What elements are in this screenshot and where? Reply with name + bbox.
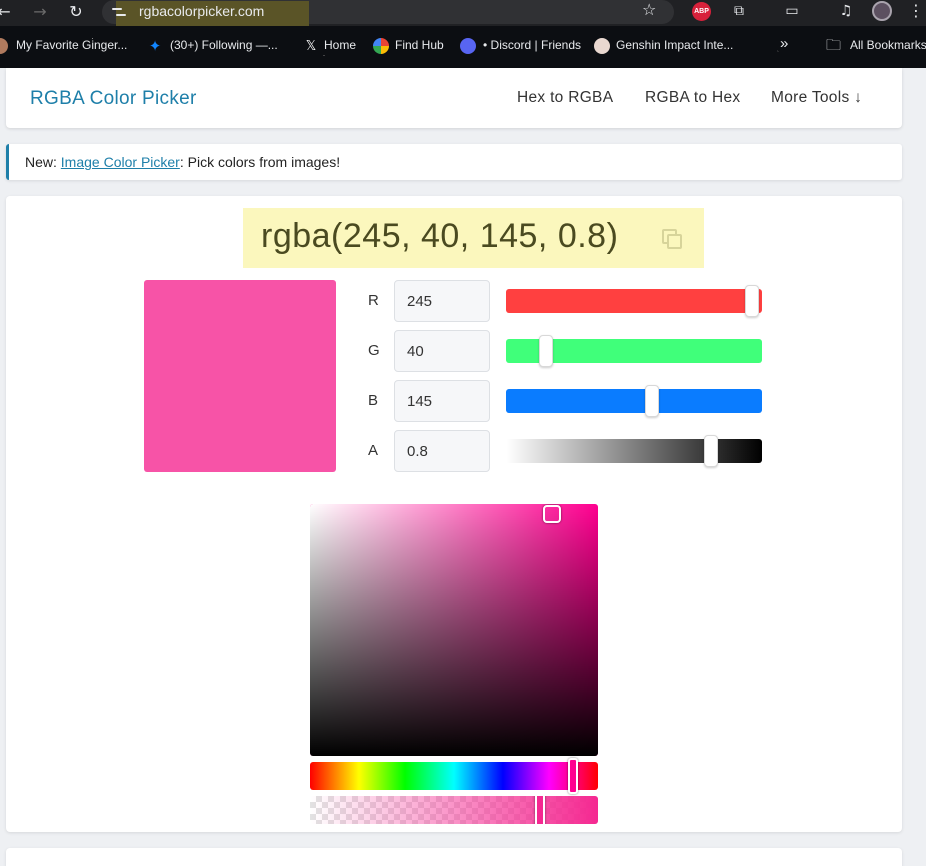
color-code-display: rgba(245, 40, 145, 0.8)	[243, 208, 704, 268]
image-color-picker-link[interactable]: Image Color Picker	[61, 154, 180, 170]
reload-icon[interactable]: ↻	[66, 2, 86, 22]
extensions-puzzle-icon[interactable]: ⧉	[729, 1, 749, 21]
bookmark-item[interactable]: Home	[324, 38, 356, 52]
forward-icon[interactable]: →	[30, 2, 50, 22]
back-icon[interactable]: ←	[0, 2, 14, 22]
green-slider-thumb[interactable]	[539, 335, 554, 367]
next-section-card	[6, 848, 902, 866]
nav-more-tools[interactable]: More Tools ↓	[771, 89, 862, 107]
channel-label-b: B	[368, 392, 379, 409]
url-text[interactable]: rgbacolorpicker.com	[139, 3, 264, 19]
red-input[interactable]	[394, 280, 490, 322]
notice-prefix: New:	[25, 154, 61, 170]
x-icon: 𝕏	[305, 38, 317, 53]
green-input[interactable]	[394, 330, 490, 372]
alpha-slider-thumb[interactable]	[703, 435, 718, 467]
bookmarks-overflow-icon[interactable]: »	[780, 35, 788, 52]
site-header: RGBA Color Picker Hex to RGBA RGBA to He…	[6, 68, 902, 128]
nav-hex-to-rgba[interactable]: Hex to RGBA	[517, 89, 613, 107]
notice-suffix: : Pick colors from images!	[179, 154, 341, 170]
rgba-string[interactable]: rgba(245, 40, 145, 0.8)	[261, 217, 618, 256]
browser-toolbar: ← → ↻ rgbacolorpicker.com ☆ ABP ⧉ ▭ ♫ ⋮	[0, 0, 926, 27]
browser-menu-icon[interactable]: ⋮	[908, 1, 924, 20]
bluesky-icon: ✦	[148, 37, 162, 55]
folder-icon: 🗀	[826, 37, 842, 54]
copy-icon[interactable]	[662, 229, 682, 249]
reading-list-icon[interactable]: ▭	[782, 1, 802, 21]
announcement-banner: New: Image Color Picker: Pick colors fro…	[6, 144, 902, 180]
green-slider[interactable]	[506, 335, 762, 367]
alpha-gradient-thumb[interactable]	[535, 796, 546, 824]
alpha-gradient-slider[interactable]	[310, 796, 598, 824]
bookmark-item[interactable]: Find Hub	[395, 38, 444, 52]
bookmark-item[interactable]: (30+) Following —...	[170, 38, 278, 52]
color-preview-swatch	[144, 280, 336, 472]
all-bookmarks[interactable]: All Bookmarks	[850, 38, 926, 52]
hue-slider-thumb[interactable]	[568, 758, 579, 794]
saturation-picker-cursor[interactable]	[542, 505, 561, 524]
blue-input[interactable]	[394, 380, 490, 422]
bookmark-item[interactable]: • Discord | Friends	[483, 38, 581, 52]
google-icon	[373, 38, 389, 54]
address-bar[interactable]: rgbacolorpicker.com	[102, 0, 674, 27]
bookmark-item[interactable]: My Favorite Ginger...	[16, 38, 127, 52]
red-slider[interactable]	[506, 285, 762, 317]
site-settings-icon[interactable]	[112, 5, 126, 19]
blue-slider[interactable]	[506, 385, 762, 417]
discord-icon	[460, 38, 476, 54]
adblock-extension-icon[interactable]: ABP	[692, 2, 711, 21]
hue-slider[interactable]	[310, 758, 598, 794]
site-brand[interactable]: RGBA Color Picker	[30, 88, 197, 110]
red-slider-thumb[interactable]	[745, 285, 760, 317]
bookmark-item[interactable]: Genshin Impact Inte...	[616, 38, 733, 52]
bookmark-star-icon[interactable]: ☆	[642, 0, 656, 19]
channel-label-r: R	[368, 292, 379, 309]
blue-slider-thumb[interactable]	[644, 385, 659, 417]
media-control-icon[interactable]: ♫	[836, 1, 856, 21]
channel-label-g: G	[368, 342, 380, 359]
alpha-slider[interactable]	[506, 435, 762, 467]
nav-rgba-to-hex[interactable]: RGBA to Hex	[645, 89, 740, 107]
bookmarks-bar: My Favorite Ginger... ✦ (30+) Following …	[0, 26, 926, 68]
channel-label-a: A	[368, 442, 379, 459]
alpha-input[interactable]	[394, 430, 490, 472]
genshin-icon	[594, 38, 610, 54]
profile-avatar-icon[interactable]	[872, 1, 892, 21]
saturation-value-area[interactable]	[310, 504, 598, 756]
